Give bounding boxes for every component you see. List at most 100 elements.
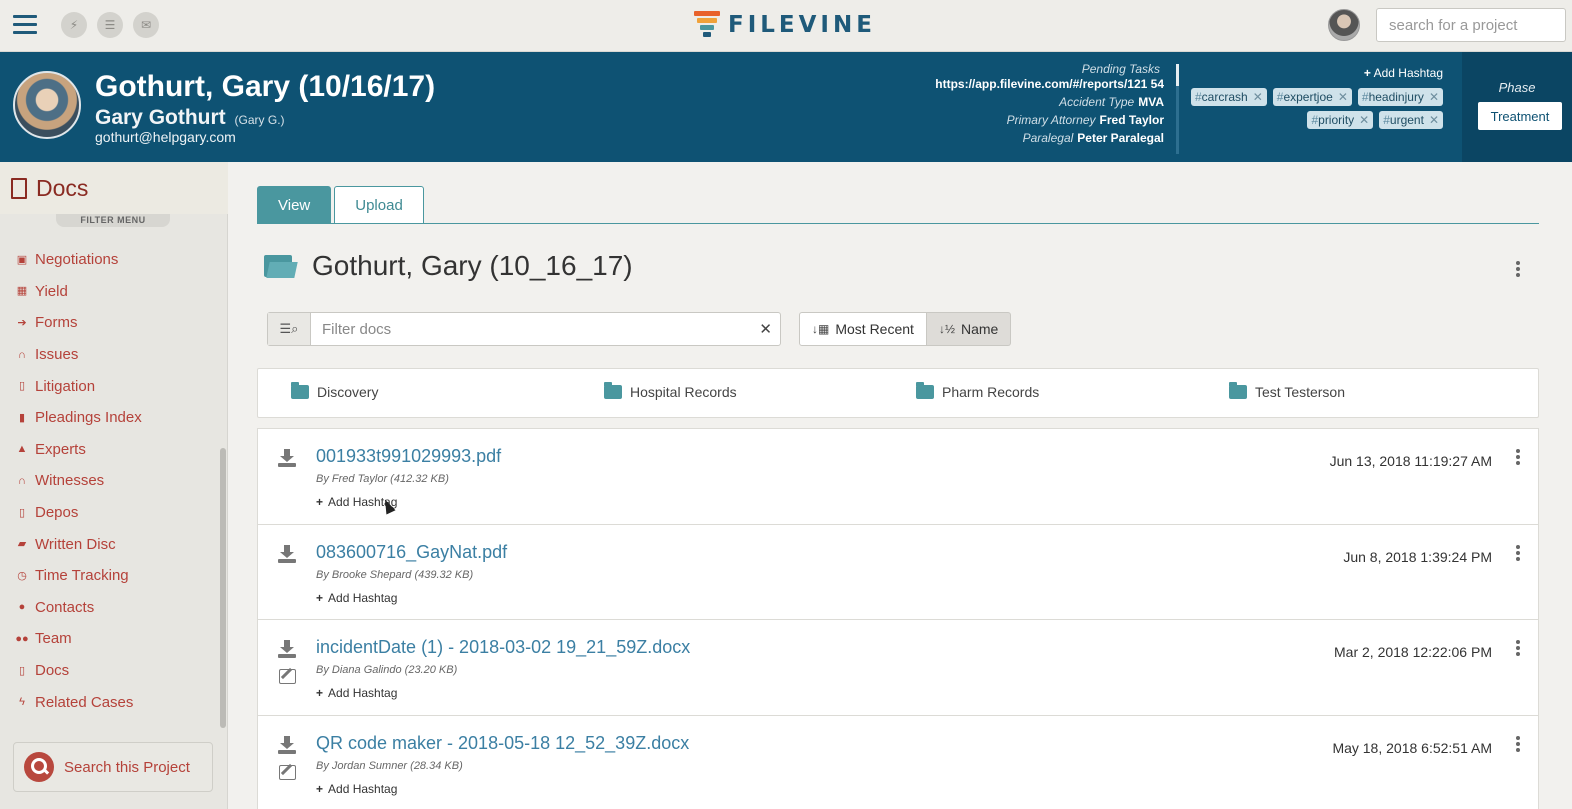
add-hashtag-button[interactable]: + Add Hashtag [316,782,397,796]
project-header: Gothurt, Gary (10/16/17) Gary Gothurt (G… [0,52,1572,162]
search-project-button[interactable]: Search this Project [13,742,213,792]
sidebar-item-yield[interactable]: ▦ Yield [0,276,216,308]
filter-search-icon[interactable]: ☰⌕ [268,313,311,345]
hashtag-label: priority [1318,113,1355,127]
close-icon[interactable]: ✕ [1253,90,1263,104]
top-bar: ⚡ ☰ ✉ FILEVINE [0,0,1572,52]
download-icon[interactable] [278,640,296,659]
folder-label: Test Testerson [1255,384,1346,400]
sort-most-recent-button[interactable]: ↓▦ Most Recent [799,312,927,346]
sidebar-item-label: Time Tracking [35,567,129,585]
project-search-input[interactable] [1376,8,1566,42]
project-fields: Pending Tasks https://app.filevine.com/#… [900,62,1164,155]
sidebar-item-related-cases[interactable]: ϟ Related Cases [0,686,216,718]
sidebar-item-time-tracking[interactable]: ◷ Time Tracking [0,560,216,592]
sidebar-item-label: Negotiations [35,251,119,269]
filter-docs-input[interactable] [312,313,752,345]
sidebar-item-label: Witnesses [35,472,105,490]
client-avatar[interactable] [13,71,81,139]
mail-icon[interactable]: ✉ [133,12,159,38]
add-hashtag-label: Add Hashtag [328,782,398,797]
document-menu-icon[interactable] [1516,449,1520,467]
docs-tabs: View Upload [257,186,427,224]
phase-panel: Phase Treatment [1462,52,1572,162]
close-icon[interactable]: ✕ [1338,90,1348,104]
edit-icon[interactable] [279,765,296,781]
add-hashtag-label: Add Hashtag [328,686,398,701]
sidebar-item-docs[interactable]: ▯ Docs [0,655,216,687]
download-icon[interactable] [278,449,296,467]
client-email[interactable]: gothurt@helpgary.com [95,129,236,145]
tab-view[interactable]: View [257,186,332,224]
tab-divider [257,223,1539,224]
document-menu-icon[interactable] [1516,736,1520,754]
sidebar-item-witnesses[interactable]: ∩ Witnesses [0,465,216,497]
folder-label: Pharm Records [942,384,1040,400]
sidebar-item-depos[interactable]: ▯ Depos [0,497,216,529]
sort-name-button[interactable]: ↓½ Name [926,312,1012,346]
search-icon [24,752,54,782]
field-primary-attorney: Primary Attorney Fred Taylor [900,113,1164,128]
document-icon: ▯ [18,380,26,393]
sidebar-item-litigation[interactable]: ▯ Litigation [0,370,216,402]
document-name-link[interactable]: 083600716_GayNat.pdf [316,542,507,563]
sidebar-item-contacts[interactable]: ● Contacts [0,592,216,624]
hashtag-chip[interactable]: #expertjoe ✕ [1272,88,1352,106]
fields-scrollbar[interactable] [1176,64,1179,154]
folder-icon [916,382,934,399]
document-icon: ▯ [18,506,26,519]
hashtag-chip[interactable]: #carcrash ✕ [1190,88,1267,106]
add-hashtag-button[interactable]: + Add Hashtag [316,591,397,605]
sidebar-item-label: Yield [35,282,68,300]
bolt-icon[interactable]: ⚡ [61,12,87,38]
folder-test-testerson[interactable]: Test Testerson [1229,382,1346,400]
list-icon[interactable]: ☰ [97,12,123,38]
close-icon[interactable]: ✕ [1429,113,1439,127]
field-accident-type: Accident Type MVA [900,95,1164,110]
add-hashtag-button[interactable]: + Add Hashtag [1364,66,1443,80]
sidebar-item-negotiations[interactable]: ▣ Negotiations [0,244,216,276]
download-icon[interactable] [278,736,296,755]
document-name-link[interactable]: 001933t991029993.pdf [316,446,501,467]
hamburger-menu-icon[interactable] [13,15,37,35]
hashtag-area: + Add Hashtag #carcrash ✕ #expertjoe ✕ #he… [1190,64,1447,154]
field-report-link[interactable]: https://app.filevine.com/#/reports/121 5… [934,77,1164,92]
folder-menu-icon[interactable] [1516,261,1520,279]
field-value[interactable]: https://app.filevine.com/#/reports/121 5… [935,77,1164,91]
filter-docs-box: ☰⌕ ✕ [267,312,781,346]
document-name-link[interactable]: QR code maker - 2018-05-18 12_52_39Z.doc… [316,733,689,754]
filevine-logo[interactable]: FILEVINE [694,10,876,40]
download-icon[interactable] [278,544,296,563]
sidebar-item-written-disc[interactable]: ▰ Written Disc [0,528,216,560]
sidebar-scrollbar[interactable] [220,448,226,728]
filter-menu-tab[interactable]: FILTER MENU [56,214,170,227]
clear-filter-icon[interactable]: ✕ [759,320,772,338]
document-row: 001933t991029993.pdf By Fred Taylor (412… [257,428,1539,524]
sidebar-item-experts[interactable]: ▲ Experts [0,434,216,466]
folder-discovery[interactable]: Discovery [291,382,378,400]
folder-pharm-records[interactable]: Pharm Records [916,382,1040,400]
subfolder-list: Discovery Hospital Records Pharm Records… [257,368,1539,418]
sidebar-item-issues[interactable]: ∩ Issues [0,339,216,371]
hashtag-chip[interactable]: #headinjury ✕ [1357,88,1443,106]
hashtag-chip[interactable]: #priority ✕ [1307,111,1374,129]
document-meta: By Jordan Sumner (28.34 KB) [316,760,463,773]
sidebar-item-forms[interactable]: ➔ Forms [0,307,216,339]
document-name-link[interactable]: incidentDate (1) - 2018-03-02 19_21_59Z.… [316,637,690,658]
user-avatar[interactable] [1328,9,1360,41]
sidebar-item-team[interactable]: ●● Team [0,623,216,655]
hashtag-chip[interactable]: #urgent ✕ [1379,111,1443,129]
document-menu-icon[interactable] [1516,640,1520,658]
calculator-icon: ▦ [16,285,28,298]
sidebar-item-pleadings-index[interactable]: ▮ Pleadings Index [0,402,216,434]
book-icon: ▰ [17,538,27,551]
folder-header: Gothurt, Gary (10_16_17) [264,250,633,282]
close-icon[interactable]: ✕ [1359,113,1369,127]
add-hashtag-button[interactable]: + Add Hashtag [316,686,397,700]
phase-button[interactable]: Treatment [1478,102,1562,130]
folder-hospital-records[interactable]: Hospital Records [604,382,737,400]
document-menu-icon[interactable] [1516,544,1520,563]
close-icon[interactable]: ✕ [1429,90,1439,104]
tab-upload[interactable]: Upload [334,186,424,224]
edit-icon[interactable] [279,669,296,685]
